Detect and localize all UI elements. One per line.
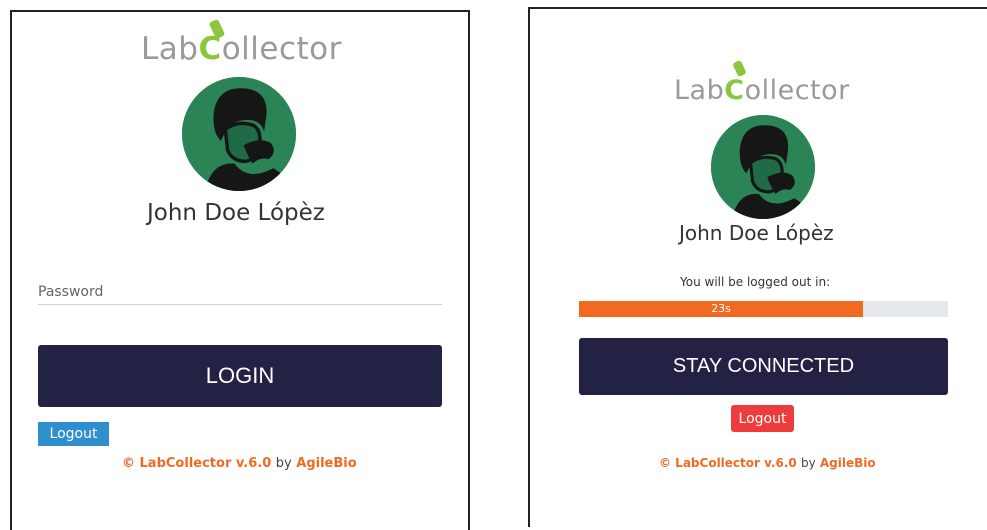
footer-credit: © LabCollector v.6.0 by AgileBio [122,456,357,471]
footer-company-link[interactable]: AgileBio [820,456,876,470]
footer-brand[interactable]: © LabCollector v.6.0 [659,456,797,470]
footer-credit: © LabCollector v.6.0 by AgileBio [659,456,876,470]
login-button[interactable]: LOGIN [38,345,442,407]
avatar [182,77,296,191]
username: John Doe Lópèz [147,200,325,226]
labcollector-logo: LabCollector [141,31,342,67]
logout-countdown-message: You will be logged out in: [680,275,831,289]
footer-brand[interactable]: © LabCollector v.6.0 [122,456,271,471]
logout-button[interactable]: Logout [38,422,109,446]
labcollector-logo: LabCollector [674,75,850,106]
timeout-panel: LabCollector John Doe Lópèz You will be … [528,7,987,527]
countdown-progress-fill: 23s [579,301,864,317]
username: John Doe Lópèz [679,221,834,245]
countdown-progress-bar: 23s [579,301,948,317]
footer-company-link[interactable]: AgileBio [296,456,356,471]
password-field[interactable] [38,280,442,305]
stay-connected-button[interactable]: STAY CONNECTED [579,338,948,395]
avatar [711,115,815,219]
login-panel: LabCollector John Doe Lópèz LOGIN Logout… [10,10,470,530]
logout-button[interactable]: Logout [731,405,794,432]
